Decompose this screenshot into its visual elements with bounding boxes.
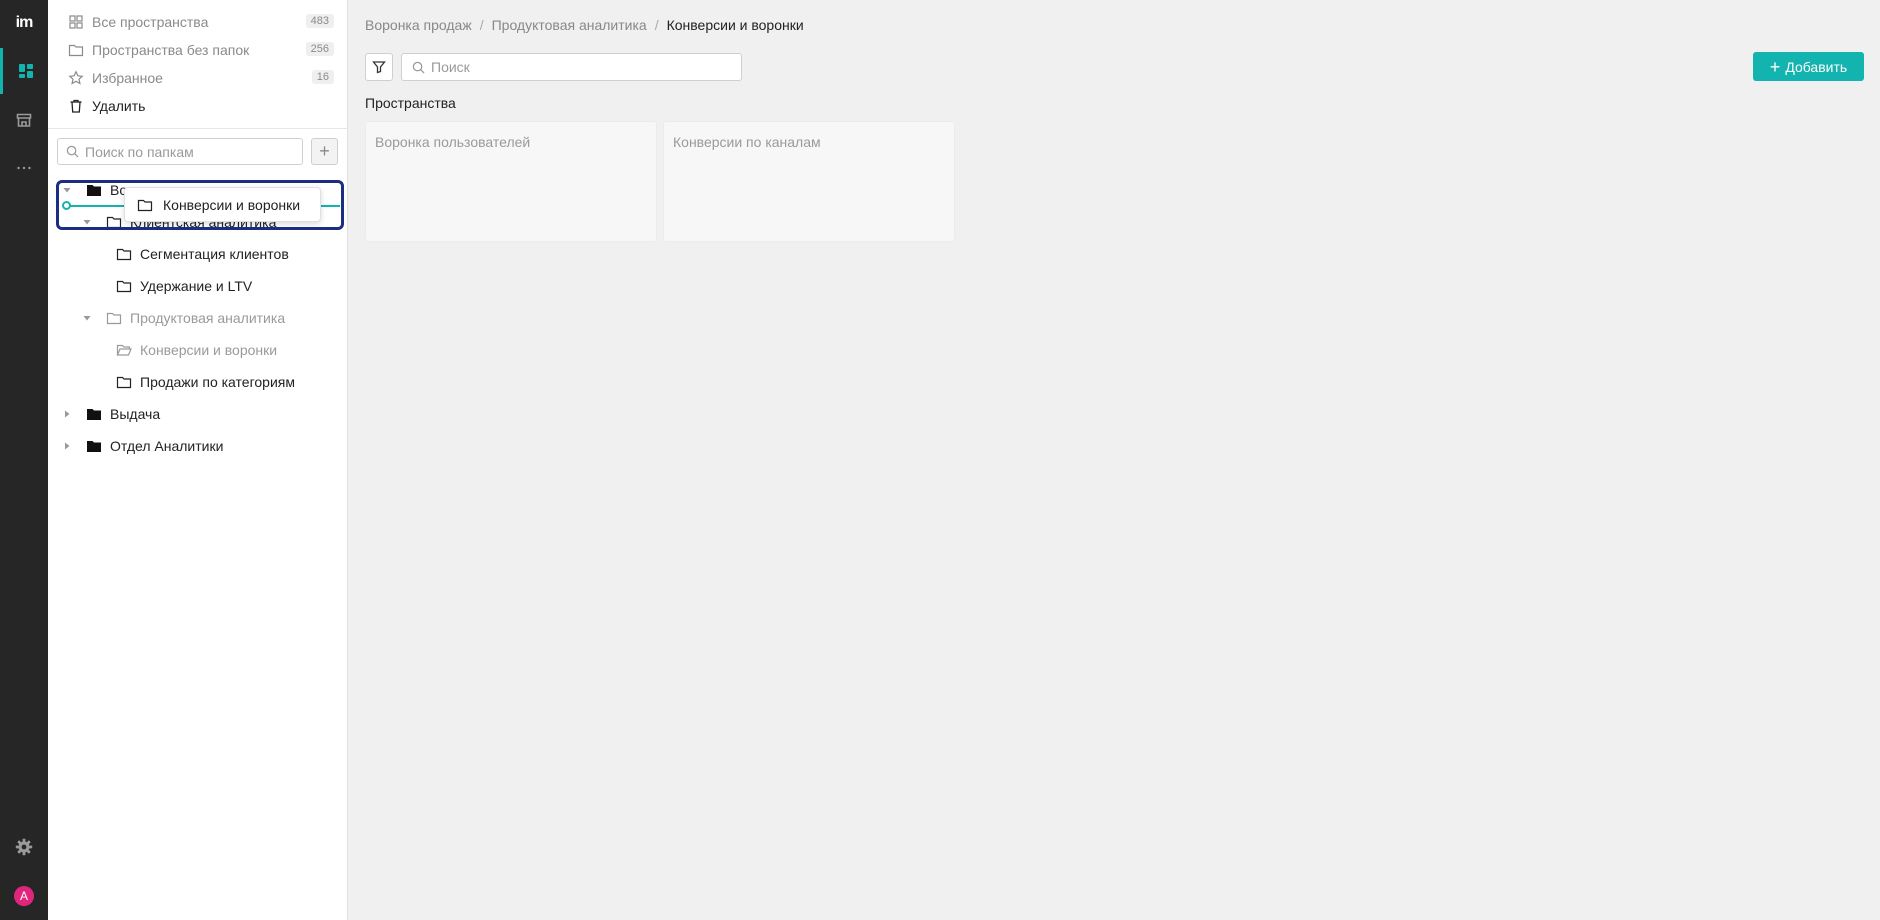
nav-spaces-without-folders[interactable]: Пространства без папок 256 bbox=[48, 36, 348, 64]
add-button-label: Добавить bbox=[1785, 58, 1848, 75]
count-badge: 256 bbox=[305, 42, 334, 56]
grid-icon bbox=[68, 14, 84, 30]
add-button[interactable]: + Добавить bbox=[1753, 52, 1864, 81]
caret-down-icon[interactable] bbox=[62, 185, 72, 195]
breadcrumb-item[interactable]: Продуктовая аналитика bbox=[492, 17, 647, 33]
breadcrumb-current: Конверсии и воронки bbox=[666, 17, 804, 33]
star-icon bbox=[68, 70, 84, 86]
filter-button[interactable] bbox=[365, 53, 393, 81]
tree-folder-analytics-department[interactable]: Отдел Аналитики bbox=[48, 431, 348, 461]
spaces-rail-button[interactable] bbox=[0, 48, 48, 94]
nav-label: Избранное bbox=[92, 70, 163, 86]
tree-label: Продажи по категориям bbox=[140, 374, 295, 390]
space-card-title: Воронка пользователей bbox=[375, 134, 531, 150]
nav-label: Пространства без папок bbox=[92, 42, 250, 58]
add-folder-button[interactable]: + bbox=[311, 138, 338, 165]
folder-outline-icon bbox=[116, 278, 132, 294]
space-card-title: Конверсии по каналам bbox=[673, 134, 821, 150]
spaces-icon bbox=[18, 63, 34, 79]
folder-filled-icon bbox=[86, 182, 102, 198]
breadcrumb-item[interactable]: Воронка продаж bbox=[365, 17, 472, 33]
store-rail-button[interactable] bbox=[0, 97, 48, 143]
drag-ghost-item[interactable]: Конверсии и воронки bbox=[124, 187, 321, 222]
space-search-box[interactable] bbox=[401, 53, 742, 81]
folder-sidebar: Все пространства 483 Пространства без па… bbox=[48, 0, 348, 920]
settings-rail-button[interactable] bbox=[0, 824, 48, 870]
space-card[interactable]: Воронка пользователей bbox=[365, 121, 657, 242]
count-badge: 483 bbox=[305, 14, 334, 28]
space-search-input[interactable] bbox=[431, 59, 741, 75]
nav-label: Удалить bbox=[92, 98, 146, 114]
tree-label: Отдел Аналитики bbox=[110, 438, 224, 454]
folder-outline-icon bbox=[106, 214, 122, 230]
tree-folder-product-analytics[interactable]: Продуктовая аналитика bbox=[48, 303, 348, 333]
breadcrumb: Воронка продаж / Продуктовая аналитика /… bbox=[365, 17, 804, 33]
store-icon bbox=[16, 112, 32, 128]
more-rail-button[interactable] bbox=[0, 145, 48, 191]
drop-indicator-dot bbox=[62, 201, 71, 210]
nav-label: Все пространства bbox=[92, 14, 209, 30]
folder-outline-icon bbox=[116, 374, 132, 390]
tree-folder-sales-by-category[interactable]: Продажи по категориям bbox=[48, 367, 348, 397]
folder-filled-icon bbox=[86, 438, 102, 454]
folder-search-box[interactable] bbox=[57, 138, 303, 165]
tree-folder-conversions-funnels[interactable]: Конверсии и воронки bbox=[48, 335, 348, 365]
app-logo[interactable]: im bbox=[0, 10, 48, 36]
filter-icon bbox=[372, 60, 386, 74]
caret-down-icon[interactable] bbox=[82, 217, 92, 227]
drag-ghost-label: Конверсии и воронки bbox=[163, 196, 301, 213]
sidebar-divider bbox=[48, 128, 348, 129]
caret-right-icon[interactable] bbox=[62, 409, 72, 419]
trash-icon bbox=[68, 98, 84, 114]
search-icon bbox=[412, 61, 425, 74]
section-title: Пространства bbox=[365, 95, 456, 111]
folder-filled-icon bbox=[86, 406, 102, 422]
search-icon bbox=[66, 145, 79, 158]
nav-favorites[interactable]: Избранное 16 bbox=[48, 64, 348, 92]
tree-label: Удержание и LTV bbox=[140, 278, 253, 294]
tree-label: Конверсии и воронки bbox=[140, 342, 278, 358]
tree-label: Выдача bbox=[110, 406, 161, 422]
folder-outline-icon bbox=[106, 310, 122, 326]
folder-search-input[interactable] bbox=[85, 143, 302, 160]
breadcrumb-separator: / bbox=[654, 17, 659, 33]
plus-icon: + bbox=[1769, 56, 1781, 77]
breadcrumb-separator: / bbox=[479, 17, 484, 33]
settings-icon bbox=[15, 838, 33, 856]
folder-outline-icon bbox=[68, 42, 84, 58]
tree-folder-vydacha[interactable]: Выдача bbox=[48, 399, 348, 429]
folder-outline-icon bbox=[137, 197, 153, 213]
tree-label: Сегментация клиентов bbox=[140, 246, 289, 262]
space-card[interactable]: Конверсии по каналам bbox=[663, 121, 955, 242]
count-badge: 16 bbox=[311, 70, 334, 84]
more-icon bbox=[16, 160, 32, 176]
tree-folder-client-segmentation[interactable]: Сегментация клиентов bbox=[48, 239, 348, 269]
user-avatar[interactable]: A bbox=[14, 886, 34, 906]
caret-right-icon[interactable] bbox=[62, 441, 72, 451]
nav-delete[interactable]: Удалить bbox=[48, 92, 348, 120]
tree-folder-retention-ltv[interactable]: Удержание и LTV bbox=[48, 271, 348, 301]
nav-all-spaces[interactable]: Все пространства 483 bbox=[48, 8, 348, 36]
folder-outline-icon bbox=[116, 246, 132, 262]
app-rail: im A bbox=[0, 0, 48, 920]
tree-label: Продуктовая аналитика bbox=[130, 310, 286, 326]
caret-down-icon[interactable] bbox=[82, 313, 92, 323]
folder-open-icon bbox=[116, 342, 132, 358]
